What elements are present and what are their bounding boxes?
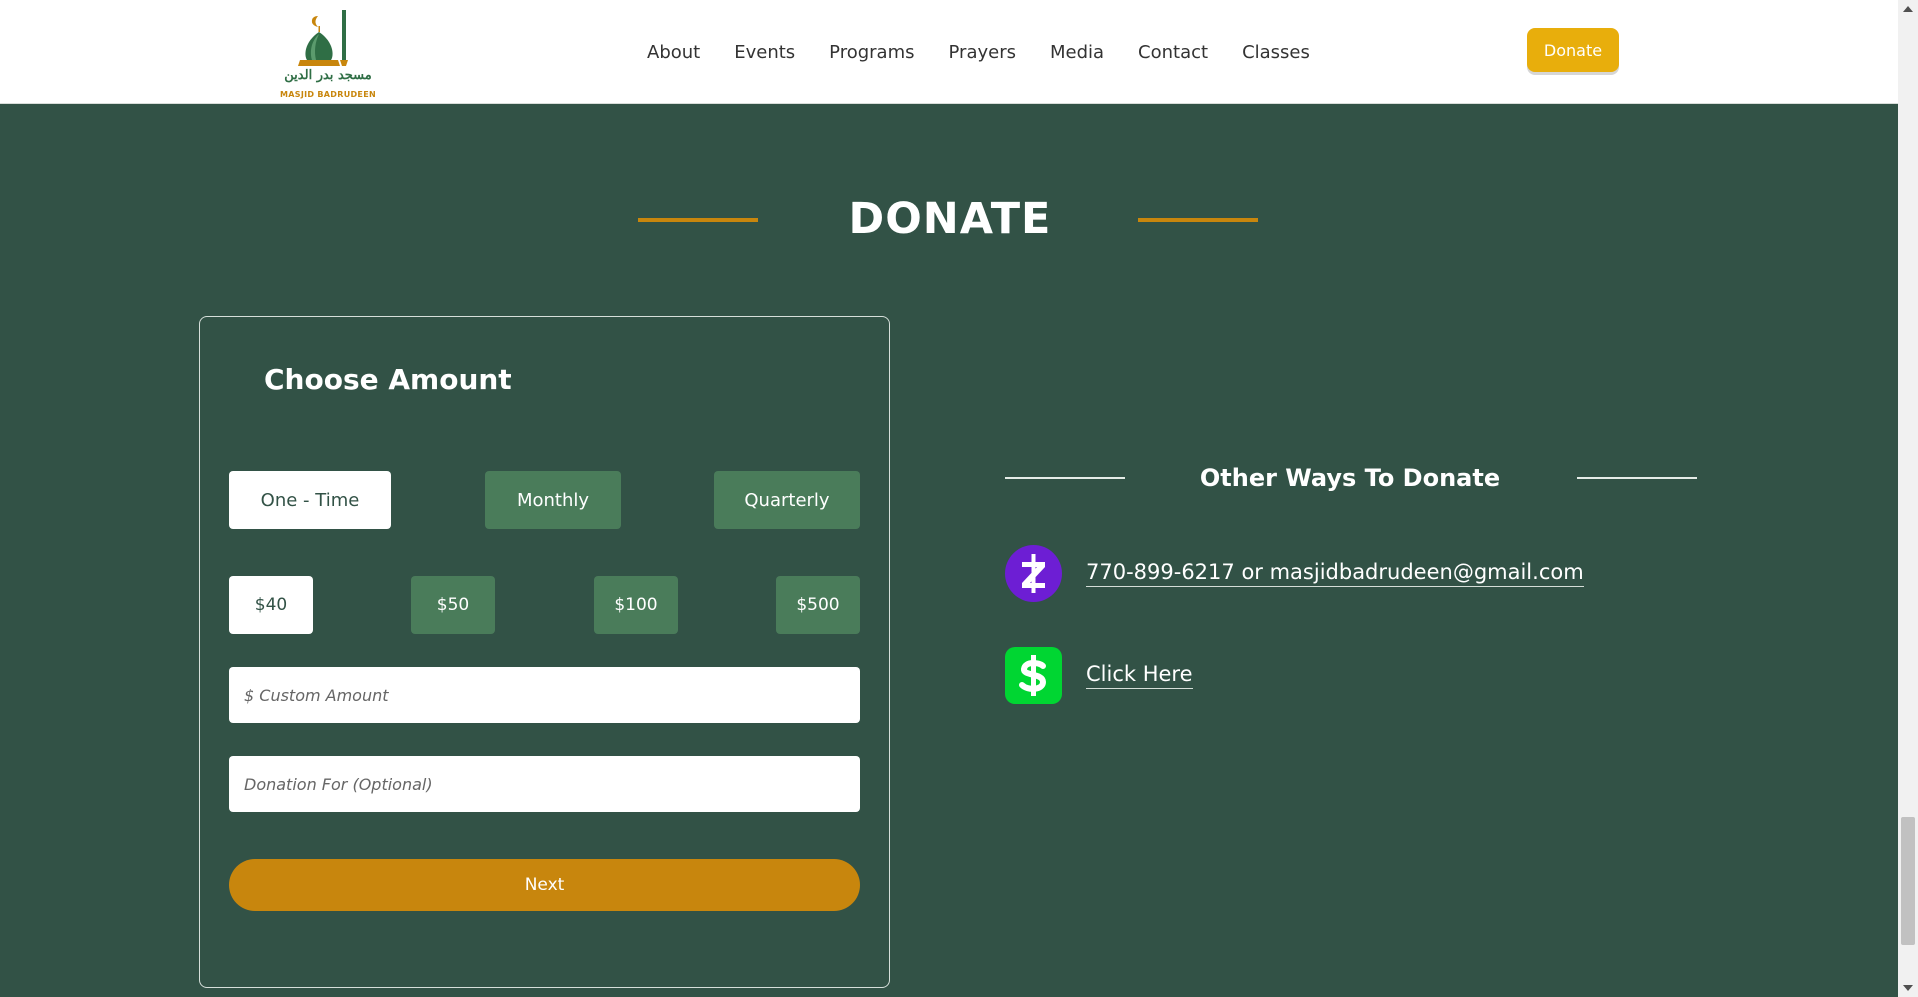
amount-100-button[interactable]: $100 — [594, 576, 678, 634]
other-ways-heading: Other Ways To Donate — [1199, 464, 1501, 492]
scroll-thumb[interactable] — [1901, 817, 1915, 945]
scroll-up-arrow-icon[interactable] — [1903, 6, 1913, 12]
donation-for-input[interactable] — [229, 756, 860, 812]
custom-amount-input[interactable] — [229, 667, 860, 723]
page-scrollbar[interactable] — [1898, 0, 1918, 997]
cashapp-link[interactable]: Click Here — [1086, 662, 1193, 689]
header-donate-button[interactable]: Donate — [1527, 28, 1619, 72]
amount-40-button[interactable]: $40 — [229, 576, 313, 634]
title-divider-left — [638, 218, 758, 222]
other-ways-divider-left — [1005, 477, 1125, 479]
masjid-logo[interactable]: مسجد بدر الدين MASJID BADRUDEEN — [280, 6, 376, 102]
frequency-monthly-button[interactable]: Monthly — [485, 471, 621, 529]
nav-programs[interactable]: Programs — [812, 42, 931, 63]
nav-media[interactable]: Media — [1033, 42, 1121, 63]
cashapp-icon[interactable] — [1005, 647, 1062, 704]
page-title: DONATE — [848, 194, 1052, 244]
nav-events[interactable]: Events — [717, 42, 812, 63]
next-button[interactable]: Next — [229, 859, 860, 911]
logo-arabic-text: مسجد بدر الدين — [284, 68, 372, 83]
cashapp-row: Click Here — [1005, 647, 1193, 704]
donation-form-card: Choose Amount One - Time Monthly Quarter… — [199, 316, 890, 988]
zelle-icon[interactable] — [1005, 545, 1062, 602]
frequency-quarterly-button[interactable]: Quarterly — [714, 471, 860, 529]
nav-about[interactable]: About — [630, 42, 717, 63]
nav-prayers[interactable]: Prayers — [932, 42, 1033, 63]
nav-classes[interactable]: Classes — [1225, 42, 1327, 63]
zelle-row: 770-899-6217 or masjidbadrudeen@gmail.co… — [1005, 545, 1584, 602]
amount-50-button[interactable]: $50 — [411, 576, 495, 634]
logo-text: MASJID BADRUDEEN — [280, 90, 376, 99]
amount-500-button[interactable]: $500 — [776, 576, 860, 634]
choose-amount-heading: Choose Amount — [264, 363, 512, 396]
main-nav: About Events Programs Prayers Media Cont… — [630, 36, 1327, 68]
frequency-one-time-button[interactable]: One - Time — [229, 471, 391, 529]
nav-contact[interactable]: Contact — [1121, 42, 1225, 63]
other-ways-divider-right — [1577, 477, 1697, 479]
zelle-link[interactable]: 770-899-6217 or masjidbadrudeen@gmail.co… — [1086, 560, 1584, 587]
site-header: مسجد بدر الدين MASJID BADRUDEEN About Ev… — [0, 0, 1898, 104]
title-divider-right — [1138, 218, 1258, 222]
scroll-down-arrow-icon[interactable] — [1903, 985, 1913, 991]
